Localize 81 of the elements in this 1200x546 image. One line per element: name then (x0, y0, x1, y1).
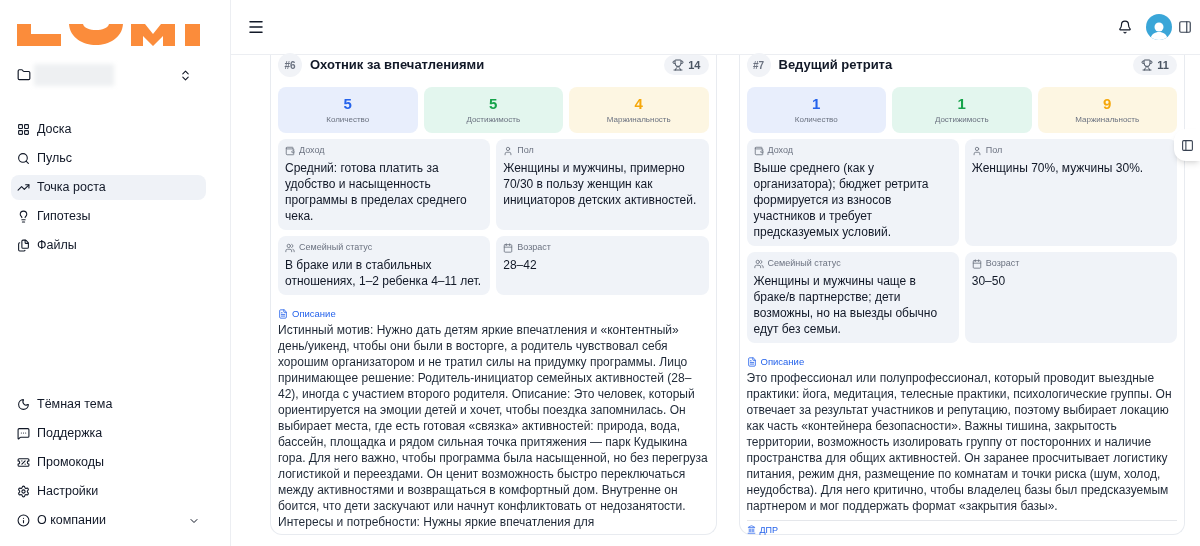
info-label: Доход (767, 144, 794, 158)
side-panel-button[interactable] (1174, 129, 1200, 161)
info-value: 28–42 (503, 257, 538, 273)
users-icon (753, 259, 764, 269)
settings-icon (17, 485, 30, 498)
calendar-icon (971, 259, 982, 269)
chevrons-icon[interactable] (179, 68, 192, 82)
info-value: Средний: готова платить за удобство и насыщенность программы в пределах среднего чека. (285, 160, 468, 224)
metric-value: 4 (634, 94, 643, 114)
description-text: Истинный мотив: Нужно дать детям яркие впечатления и «контентный» день/уикенд, чтобы они были в восторге, а родитель чувствовал себя хорошим организатором и не тратил силы на придумку программы. Лицо принимающее решение: Родитель-инициатор семейных активностей (28–42), иногда с участием второго родителя. Описание: Это человек, который ориентируется на эмоции детей и хочет, чтобы поездка запомнилась. Он выбирает места, где есть готовая «связка» активностей: природа, вода, бассейн, площадка и рядом сильная точка притяжения — парк Кудыкина гора. Для него важно, чтобы программа была насыщенной, но без перегруза логистикой и переездами. Он ценит возможность быстро переключаться между активностями и возвращаться в комфортный дом. Внутренне он боится, что дети заскучают или начнут конфликтовать от недозанятости. Интересы и потребности: Нужны яркие впечатления для (278, 322, 709, 530)
menu-item[interactable]: Настройки (11, 479, 206, 504)
metric-label: Маржинальность (606, 114, 671, 126)
search-icon (17, 152, 30, 165)
person-silhouette-icon (1149, 20, 1169, 40)
document-icon (746, 357, 757, 367)
metric-label: Маржинальность (1075, 114, 1140, 126)
wallet-icon (285, 146, 295, 156)
nav-item[interactable]: Пульс (11, 146, 206, 171)
info-label: Пол (985, 144, 1003, 158)
user-icon (503, 146, 514, 156)
grid-icon (17, 123, 30, 136)
lightbulb-icon (17, 210, 30, 223)
menu-icon[interactable] (247, 18, 265, 36)
info-value: Женщины 70%, мужчины 30%. (971, 160, 1145, 176)
info-value: Выше среднего (как у организатора); бюджет ретрита формируется из взносов участников и требует предсказуемых условий. (753, 160, 930, 240)
menu-item[interactable]: Тёмная тема (11, 392, 206, 417)
nav-item[interactable]: Файлы (11, 233, 206, 258)
section-label: Описание (760, 354, 805, 369)
score-badge: 11 (1133, 55, 1177, 75)
trophy-icon (1141, 59, 1154, 71)
metric-label: Количество (794, 114, 838, 126)
metric-value: 9 (1103, 94, 1112, 114)
metric-value: 5 (489, 94, 498, 114)
calendar-icon (503, 243, 514, 253)
score-badge: 14 (664, 55, 709, 75)
section-label: Описание (292, 306, 336, 321)
nav-item[interactable]: Точка роста (11, 175, 206, 200)
files-icon (17, 239, 30, 252)
moon-icon (17, 398, 30, 411)
info-label: Доход (299, 144, 325, 158)
metric-value: 1 (812, 94, 821, 114)
wallet-icon (753, 146, 764, 156)
persona-title: Охотник за впечатлениями (310, 56, 485, 75)
bell-icon[interactable] (1118, 20, 1132, 34)
nav-item[interactable]: Гипотезы (11, 204, 206, 229)
description-text: Это профессионал или полупрофессионал, который проводит выездные практики: йога, медитация, телесные практики, психологические группы. Он отвечает за результат участников и репутацию, поэтому выбирает локацию как часть «контейнера безопасности». Важны тишина, закрытость территории, возможность изолировать группу от посторонних и наличие пространства для общих активностей. Он заранее просчитывает логистику питания, режим дня, размещение по комнатам и точки риска (шум, холод, неудобства). Для него критично, чтобы владелец базы был предсказуемым партнером и мог поддержать формат «закрытия базы». (746, 370, 1173, 514)
metric-value: 5 (343, 94, 352, 114)
metric-value: 1 (957, 94, 966, 114)
info-icon (17, 514, 30, 527)
metric-label: Достижимость (934, 114, 989, 126)
menu-item[interactable]: Промокоды (11, 450, 206, 475)
persona-title: Ведущий ретрита (778, 56, 893, 75)
avatar[interactable] (1146, 14, 1172, 40)
user-icon (971, 146, 982, 156)
menu-item[interactable]: Поддержка (11, 421, 206, 446)
building-icon (746, 525, 756, 534)
info-value: Женщины и мужчины, примерно 70/30 в пользу женщин как инициаторов детских активностей. (503, 160, 698, 208)
trend-up-icon (17, 181, 30, 194)
info-label: Возраст (985, 257, 1020, 271)
info-label: Семейный статус (767, 257, 841, 271)
users-icon (285, 243, 295, 253)
panel-toggle-icon (1180, 138, 1194, 152)
metric-label: Достижимость (466, 114, 521, 126)
info-label: Семейный статус (299, 241, 373, 255)
ticket-icon (17, 456, 30, 469)
folder-icon (17, 68, 31, 82)
nav-item[interactable]: Доска (11, 117, 206, 142)
document-icon (278, 309, 288, 319)
menu-item[interactable]: О компании (11, 508, 206, 533)
trophy-icon (672, 59, 685, 71)
info-value: 30–50 (971, 273, 1007, 289)
info-label: Пол (517, 144, 534, 158)
metric-label: Количество (326, 114, 370, 126)
rank-badge: #7 (746, 53, 771, 77)
chat-icon (17, 427, 30, 440)
panel-toggle-icon[interactable] (1178, 20, 1192, 34)
rank-badge: #6 (278, 53, 302, 77)
info-label: Возраст (517, 241, 551, 255)
info-value: В браке или в стабильных отношениях, 1–2 ребенка 4–11 лет. (285, 257, 483, 289)
info-value: Женщины и мужчины чаще в браке/в партнерстве; дети возможны, но на выезды обычно едут без семьи. (753, 273, 939, 337)
section-label: ДПР (759, 524, 779, 535)
